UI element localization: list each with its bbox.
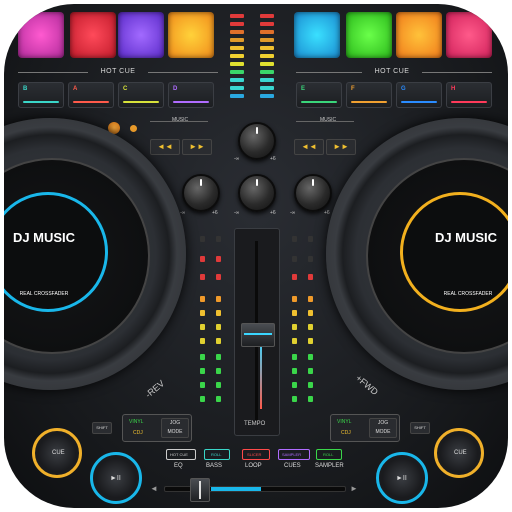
- tempo-fader[interactable]: [234, 228, 280, 436]
- crossfader-right-arrow[interactable]: ►: [350, 484, 358, 493]
- mode-tag-label: ROLL: [211, 452, 222, 457]
- shift-button-left[interactable]: SHIFT: [92, 422, 112, 434]
- cue-button-right[interactable]: CUE: [434, 428, 484, 478]
- hot-cue-label: E: [301, 86, 306, 92]
- jog-mode-button-right[interactable]: JOG MODE: [369, 418, 397, 438]
- hot-cue-f-button[interactable]: F: [346, 82, 392, 108]
- hot-cue-title-right: HOT CUE: [374, 68, 410, 75]
- mode-label-loop[interactable]: LOOP: [245, 463, 262, 469]
- vinyl-label: VINYL: [129, 419, 144, 425]
- music-label-left: MUSIC: [172, 117, 189, 123]
- cue-label: CUE: [52, 450, 65, 456]
- rewind-button[interactable]: ◄◄: [150, 139, 180, 155]
- mode-label-cues[interactable]: CUES: [284, 463, 301, 469]
- disc-subtitle-right: REAL CROSSFADER: [443, 291, 493, 297]
- play-pause-button-right[interactable]: ►II: [376, 452, 428, 504]
- mode-tag-slicer[interactable]: SLICER: [242, 449, 270, 460]
- jog-wheel-left[interactable]: [4, 118, 186, 390]
- knob-min-label: -∞: [234, 210, 240, 216]
- play-pause-label: ►II: [396, 475, 407, 482]
- hot-cue-label: F: [351, 86, 355, 92]
- crossfader-curve-knob[interactable]: [238, 174, 276, 212]
- hot-cue-h-button[interactable]: H: [446, 82, 492, 108]
- hot-cue-label: A: [73, 86, 78, 92]
- fast-forward-button-left[interactable]: ►►: [182, 139, 212, 155]
- knob-max-label: +6: [270, 156, 276, 162]
- shift-button-right[interactable]: SHIFT: [410, 422, 430, 434]
- pad-left-1[interactable]: [18, 12, 64, 58]
- hot-cue-label: C: [123, 86, 128, 92]
- mode-tag-label: ROLL: [323, 452, 334, 457]
- crossfader-handle[interactable]: [190, 478, 210, 502]
- rewind-button-right[interactable]: ◄◄: [294, 139, 324, 155]
- vinyl-cdj-toggle-left[interactable]: VINYL CDJ JOG MODE: [122, 414, 192, 442]
- hot-cue-label: D: [173, 86, 178, 92]
- knob-max-label: +6: [212, 210, 218, 216]
- music-label-right: MUSIC: [320, 117, 337, 123]
- disc-title-right: DJ MUSIC: [434, 230, 498, 245]
- knob-min-label: -∞: [290, 210, 296, 216]
- disc-title-left: DJ MUSIC: [12, 230, 76, 245]
- gain-knob-right[interactable]: [294, 174, 332, 212]
- pad-right-3[interactable]: [396, 12, 442, 58]
- cue-label: CUE: [454, 450, 467, 456]
- hot-cue-label: G: [401, 86, 406, 92]
- play-pause-button-left[interactable]: ►II: [90, 452, 142, 504]
- sync-dot-left: [130, 125, 137, 132]
- mode-tag-roll-1[interactable]: ROLL: [204, 449, 230, 460]
- mode-tag-sampler[interactable]: SAMPLER: [278, 449, 310, 460]
- knob-max-label: +6: [270, 210, 276, 216]
- cue-button-left[interactable]: CUE: [32, 428, 82, 478]
- jog-mode-button-left[interactable]: JOG MODE: [161, 418, 189, 438]
- pad-left-3[interactable]: [118, 12, 164, 58]
- tempo-fader-handle[interactable]: [241, 323, 275, 347]
- mode-tag-label: SLICER: [247, 452, 262, 457]
- gain-knob-left[interactable]: [182, 174, 220, 212]
- play-pause-label: ►II: [110, 475, 121, 482]
- mode-tag-label: HOT CUE: [170, 452, 188, 457]
- pad-right-1[interactable]: [294, 12, 340, 58]
- crossfader-left-arrow[interactable]: ◄: [150, 484, 158, 493]
- knob-min-label: -∞: [180, 210, 186, 216]
- hot-cue-a-button[interactable]: A: [68, 82, 114, 108]
- hot-cue-label: H: [451, 86, 456, 92]
- mode-label-sampler[interactable]: SAMPLER: [315, 463, 344, 469]
- hot-cue-c-button[interactable]: C: [118, 82, 164, 108]
- cdj-label: CDJ: [341, 430, 351, 436]
- pad-left-4[interactable]: [168, 12, 214, 58]
- hot-cue-d-button[interactable]: D: [168, 82, 214, 108]
- tempo-label: TEMPO: [244, 421, 266, 427]
- hot-cue-title-left: HOT CUE: [100, 68, 136, 75]
- vinyl-label: VINYL: [337, 419, 352, 425]
- pad-left-2[interactable]: [70, 12, 116, 58]
- mode-tag-hot-cue[interactable]: HOT CUE: [166, 449, 196, 460]
- mode-label-bass[interactable]: BASS: [206, 463, 222, 469]
- hot-cue-b-button[interactable]: B: [18, 82, 64, 108]
- cdj-label: CDJ: [133, 430, 143, 436]
- disc-subtitle-left: REAL CROSSFADER: [19, 291, 69, 297]
- knob-max-label: +6: [324, 210, 330, 216]
- dj-mixer-app: HOT CUE B A C D HOT CUE E F G H MUSIC ◄◄…: [4, 4, 508, 508]
- mode-tag-roll-2[interactable]: ROLL: [316, 449, 342, 460]
- mode-label-eq[interactable]: EQ: [174, 463, 183, 469]
- hot-cue-g-button[interactable]: G: [396, 82, 442, 108]
- vinyl-cdj-toggle-right[interactable]: VINYL CDJ JOG MODE: [330, 414, 400, 442]
- pad-right-4[interactable]: [446, 12, 492, 58]
- mode-tag-label: SAMPLER: [282, 452, 302, 457]
- hot-cue-label: B: [23, 86, 28, 92]
- hot-cue-e-button[interactable]: E: [296, 82, 342, 108]
- fast-forward-button[interactable]: ►►: [326, 139, 356, 155]
- knob-min-label: -∞: [234, 156, 240, 162]
- master-volume-knob[interactable]: [238, 122, 276, 160]
- fwd-label: +FWD: [353, 372, 380, 398]
- jog-wheel-right[interactable]: [326, 118, 508, 390]
- rev-label: -REV: [143, 378, 167, 400]
- pad-right-2[interactable]: [346, 12, 392, 58]
